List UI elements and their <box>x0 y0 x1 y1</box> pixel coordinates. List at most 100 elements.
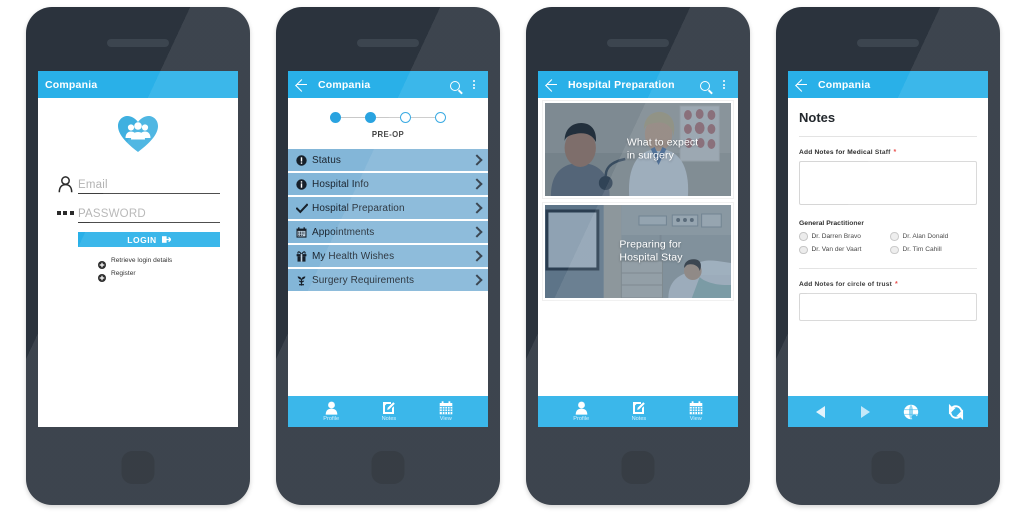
earpiece-speaker <box>357 39 419 47</box>
plus-circle-icon <box>98 269 106 282</box>
mockup-stage: Compania Email PASSWORD LOGIN Retrieve l… <box>0 0 1024 512</box>
back-arrow-icon[interactable] <box>295 78 309 92</box>
notes-scroll: Notes Add Notes for Medical Staff * Gener… <box>788 98 988 396</box>
card-what-to-expect[interactable]: What to expect in surgery <box>543 101 733 198</box>
login-form: Email PASSWORD LOGIN Retrieve login deta… <box>52 174 220 282</box>
user-icon <box>52 174 78 194</box>
retrieve-login-link[interactable]: Retrieve login details <box>98 256 220 269</box>
search-icon[interactable] <box>450 80 460 91</box>
profile-person-icon <box>575 401 588 415</box>
tabbar-2: Profile Notes View <box>288 396 488 427</box>
page-title: Notes <box>799 110 836 125</box>
login-button-label: LOGIN <box>127 234 157 245</box>
step-dot-4[interactable] <box>435 112 446 123</box>
radio-button[interactable] <box>799 245 808 254</box>
tab-notes[interactable]: Notes <box>381 401 397 422</box>
earpiece-speaker <box>607 39 669 47</box>
cards-empty-space <box>538 305 738 396</box>
tab-view[interactable]: View <box>439 401 453 422</box>
back-arrow-icon[interactable] <box>545 78 559 92</box>
gift-icon <box>294 250 309 262</box>
menu-item-label: Hospital Info <box>312 178 369 190</box>
sprout-icon <box>294 275 309 286</box>
radio-button[interactable] <box>799 232 808 241</box>
card-title: Preparing for Hospital Stay <box>619 238 683 264</box>
menu-item-appointments[interactable]: Appointments <box>288 221 488 243</box>
refresh-icon[interactable] <box>945 403 967 421</box>
password-field-row[interactable]: PASSWORD <box>52 203 220 223</box>
search-icon[interactable] <box>700 80 710 91</box>
radio-option-alan-donald[interactable]: Dr. Alan Donald <box>890 232 977 241</box>
login-button[interactable]: LOGIN <box>78 232 220 247</box>
radio-option-tim-cahill[interactable]: Dr. Tim Cahill <box>890 245 977 254</box>
step-dot-3[interactable] <box>400 112 411 123</box>
overflow-menu-icon[interactable] <box>467 78 481 92</box>
divider-top <box>799 136 977 137</box>
tab-profile[interactable]: Profile <box>573 401 589 422</box>
home-button[interactable] <box>371 451 405 484</box>
circle-of-trust-notes-label-text: Add Notes for circle of trust <box>799 281 892 288</box>
step-dot-2[interactable] <box>365 112 376 123</box>
tab-label: Notes <box>381 416 397 422</box>
tabbar-3: Profile Notes View <box>538 396 738 427</box>
register-link[interactable]: Register <box>98 269 220 282</box>
phone-device-1: Compania Email PASSWORD LOGIN Retrieve l… <box>26 7 250 505</box>
globe-icon[interactable] <box>900 403 922 421</box>
tab-notes[interactable]: Notes <box>632 401 646 422</box>
general-practitioner-label: General Practitioner <box>799 220 864 227</box>
menu-item-surgery-requirements[interactable]: Surgery Requirements <box>288 269 488 291</box>
email-input[interactable]: Email <box>78 179 220 194</box>
view-calendar-icon <box>439 401 453 415</box>
menu-item-hospital-info[interactable]: Hospital Info <box>288 173 488 195</box>
phone-device-2: Compania PRE-OP Status Hospital Info Hos… <box>276 7 500 505</box>
tab-label: View <box>439 416 452 422</box>
appbar-4: Compania <box>788 71 988 98</box>
plus-circle-icon <box>98 256 106 269</box>
cards-body: What to expect in surgery Preparing for … <box>538 98 738 427</box>
menu-item-label: Status <box>312 154 341 166</box>
home-button[interactable] <box>121 451 155 484</box>
menu-list: Status Hospital Info Hospital Preparatio… <box>288 149 488 293</box>
medical-staff-notes-textarea[interactable] <box>799 161 977 205</box>
overflow-menu-icon[interactable] <box>717 78 731 92</box>
tab-profile[interactable]: Profile <box>323 401 339 422</box>
phone-device-3: Hospital Preparation What to expect in s… <box>526 7 750 505</box>
menu-item-label: Hospital Preparation <box>312 202 405 214</box>
radio-button[interactable] <box>890 232 899 241</box>
menu-item-my-health-wishes[interactable]: My Health Wishes <box>288 245 488 267</box>
email-field-row[interactable]: Email <box>52 174 220 194</box>
login-links: Retrieve login details Register <box>98 256 220 282</box>
menu-empty-space <box>288 293 488 396</box>
home-button[interactable] <box>621 451 655 484</box>
step-dot-1[interactable] <box>330 112 341 123</box>
calendar-icon <box>294 226 309 238</box>
nav-back-icon[interactable] <box>810 403 832 421</box>
heart-people-icon <box>116 114 160 154</box>
nav-forward-icon[interactable] <box>855 403 877 421</box>
retrieve-login-label: Retrieve login details <box>111 256 173 264</box>
appbar-3: Hospital Preparation <box>538 71 738 98</box>
menu-item-hospital-preparation[interactable]: Hospital Preparation <box>288 197 488 219</box>
logo-wrap <box>38 114 238 154</box>
screen-login: Compania Email PASSWORD LOGIN Retrieve l… <box>38 71 238 427</box>
appbar-title: Compania <box>45 78 98 91</box>
radio-button[interactable] <box>890 245 899 254</box>
card-preparing-for-hospital-stay[interactable]: Preparing for Hospital Stay <box>543 203 733 300</box>
circle-of-trust-notes-textarea[interactable] <box>799 293 977 321</box>
stepper-label: PRE-OP <box>371 130 405 139</box>
appbar-title: Compania <box>318 78 371 91</box>
home-button[interactable] <box>871 451 905 484</box>
back-arrow-icon[interactable] <box>795 78 809 92</box>
login-arrow-icon <box>161 235 172 244</box>
required-asterisk: * <box>893 149 897 156</box>
radio-option-van-der-vaart[interactable]: Dr. Van der Vaart <box>799 245 886 254</box>
step-segment-3 <box>411 116 435 119</box>
password-input[interactable]: PASSWORD <box>78 208 220 223</box>
notes-body: Notes Add Notes for Medical Staff * Gener… <box>788 98 988 427</box>
appbar-2: Compania <box>288 71 488 98</box>
radio-option-darren-bravo[interactable]: Dr. Darren Bravo <box>799 232 886 241</box>
tab-view[interactable]: View <box>689 401 703 422</box>
appbar-1: Compania <box>38 71 238 98</box>
general-practitioner-radio-group: Dr. Darren Bravo Dr. Alan Donald Dr. Van… <box>799 232 977 254</box>
menu-item-status[interactable]: Status <box>288 149 488 171</box>
